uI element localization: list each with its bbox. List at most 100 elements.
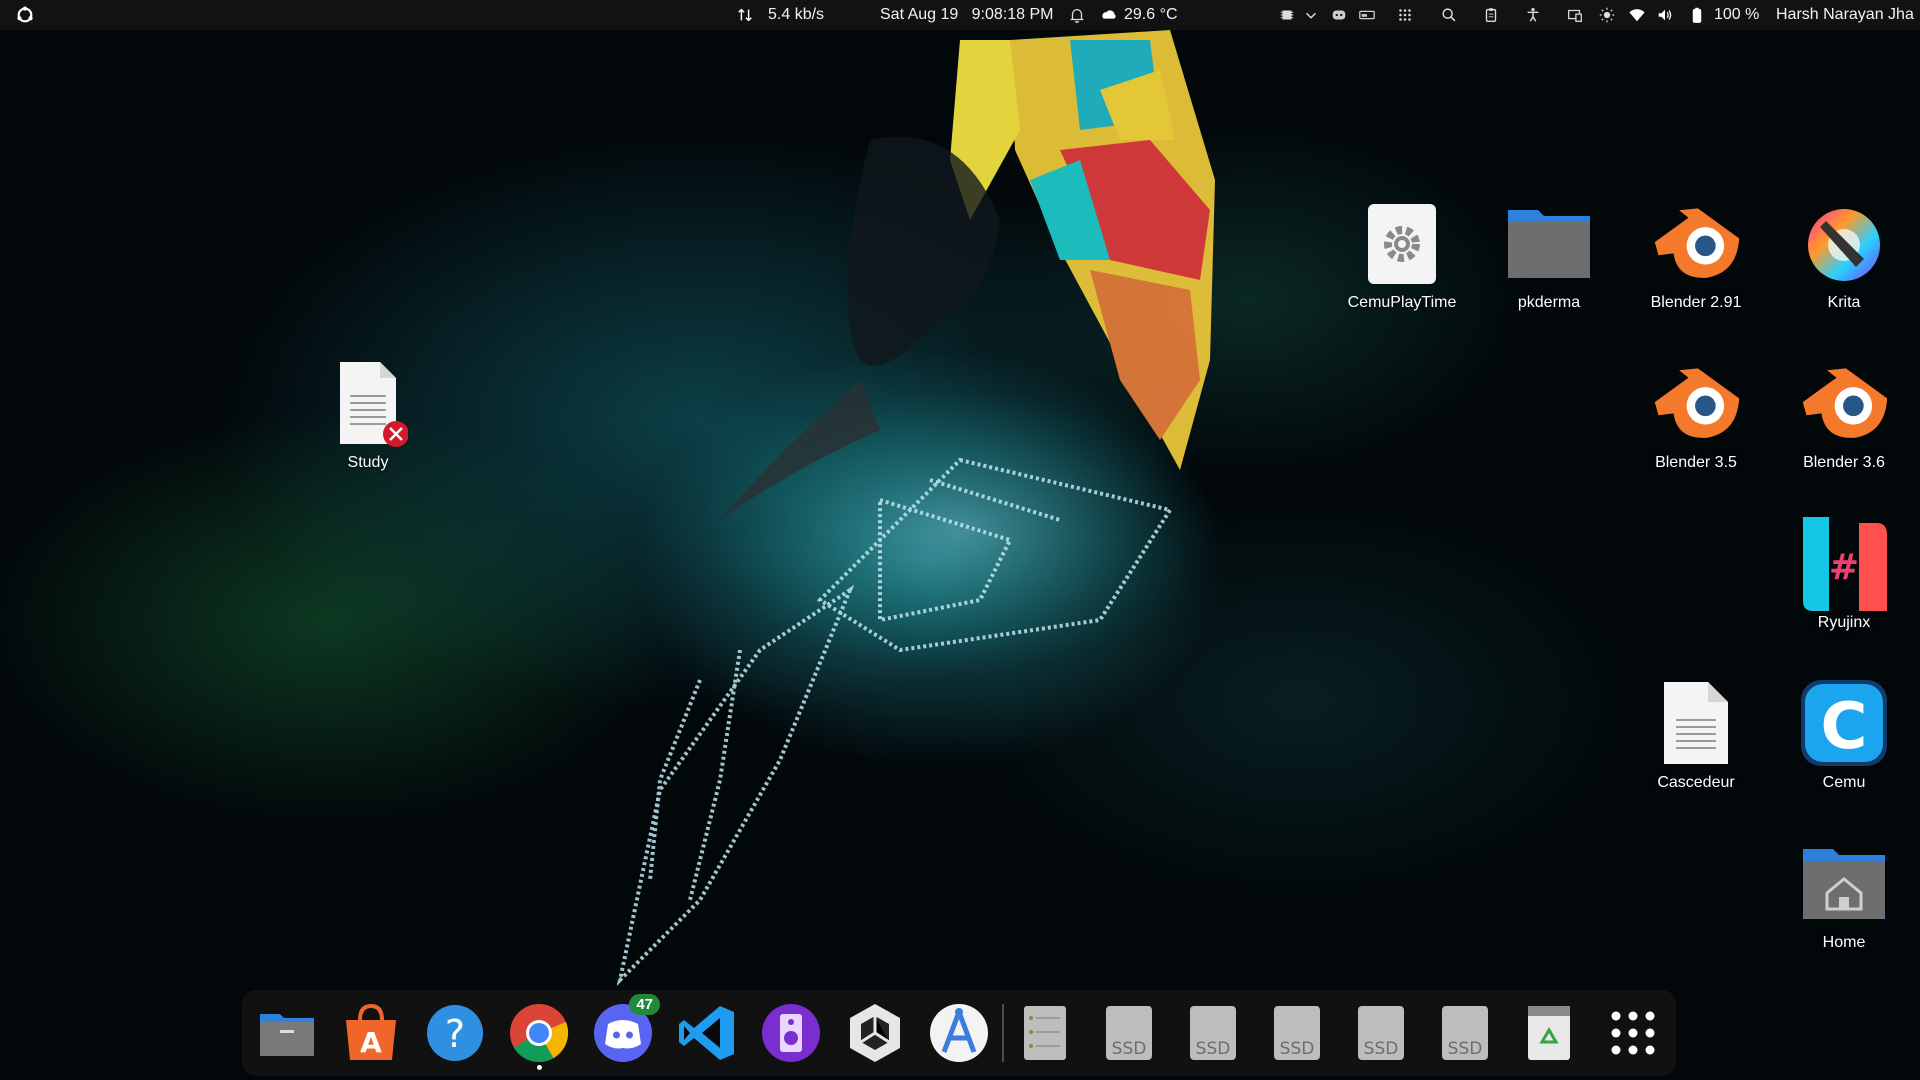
desktop-icon-blender-291[interactable]: Blender 2.91	[1631, 198, 1761, 312]
desktop-icon-label: Home	[1822, 934, 1866, 951]
dock-discord[interactable]: 47	[590, 994, 660, 1066]
search-icon	[1440, 6, 1458, 24]
svg-text:?: ?	[445, 1012, 465, 1056]
dock-unity[interactable]	[842, 1000, 908, 1066]
dock-files[interactable]	[254, 1000, 320, 1066]
brightness-button[interactable]	[1598, 0, 1616, 30]
discord-tray-icon	[1330, 6, 1348, 24]
trash-icon	[1528, 1006, 1570, 1060]
alarm-indicator[interactable]	[1068, 0, 1086, 30]
blender-icon	[1651, 198, 1741, 288]
help-icon: ?	[427, 1005, 483, 1061]
grid-icon	[1396, 6, 1414, 24]
svg-text:SSD: SSD	[1112, 1039, 1147, 1059]
chip-icon	[1278, 6, 1296, 24]
desktop-icon-pkderma[interactable]: pkderma	[1484, 198, 1614, 312]
dock-disk-manager[interactable]	[1012, 1000, 1078, 1066]
dock-android-studio[interactable]	[926, 1000, 992, 1066]
app-center-icon: A	[346, 1003, 396, 1060]
user-menu[interactable]: Harsh Narayan Jha	[1776, 0, 1914, 30]
clipboard-button[interactable]	[1482, 0, 1500, 30]
volume-button[interactable]	[1656, 0, 1674, 30]
drive-icon	[1358, 6, 1376, 24]
chevron-down-icon	[1302, 6, 1320, 24]
weather-cloud-icon	[1100, 6, 1118, 24]
ssd-drive-icon: SSD	[1274, 1006, 1320, 1060]
desktop-icon-krita[interactable]: Krita	[1779, 198, 1909, 312]
dock: A ? 47 SSD SSD SSD SSD SSD	[242, 990, 1676, 1076]
up-down-arrows-icon	[736, 6, 754, 24]
activities-button[interactable]	[16, 0, 34, 30]
files-icon	[260, 1014, 314, 1056]
krita-icon	[1799, 198, 1889, 288]
tray-discord[interactable]	[1330, 0, 1348, 30]
running-indicator	[537, 1065, 542, 1070]
search-button[interactable]	[1440, 0, 1458, 30]
tray-expand[interactable]	[1302, 0, 1320, 30]
dock-chrome[interactable]	[506, 1000, 572, 1070]
network-speed-text: 5.4 kb/s	[768, 6, 825, 23]
ssd-drive-icon: SSD	[1358, 1006, 1404, 1060]
home-folder-icon	[1799, 838, 1889, 928]
speaker-app-icon	[762, 1004, 820, 1062]
desktop-icon-cemuplaytime[interactable]: CemuPlayTime	[1337, 198, 1467, 312]
desktop-icon-label: Ryujinx	[1817, 614, 1871, 631]
weather-indicator[interactable]: 29.6 °C	[1100, 0, 1178, 30]
clock[interactable]: Sat Aug 19 9:08:18 PM	[880, 0, 1053, 30]
battery-percent: 100 %	[1714, 6, 1760, 23]
weather-text: 29.6 °C	[1124, 6, 1178, 23]
desktop-icon-home[interactable]: Home	[1779, 838, 1909, 952]
desktop-icon-blender-36[interactable]: Blender 3.6	[1779, 358, 1909, 472]
desktop-wallpaper	[0, 0, 1920, 1080]
tray-drive[interactable]	[1358, 0, 1376, 30]
display-button[interactable]	[1566, 0, 1584, 30]
wifi-button[interactable]	[1628, 0, 1646, 30]
folder-icon	[1504, 198, 1594, 288]
text-file-broken-link-icon	[323, 358, 413, 448]
accessibility-button[interactable]	[1524, 0, 1542, 30]
settings-app-icon	[1357, 198, 1447, 288]
vscode-icon	[679, 1006, 734, 1060]
display-rotate-icon	[1566, 6, 1584, 24]
battery-indicator[interactable]: 100 %	[1688, 0, 1759, 30]
svg-text:C: C	[1821, 690, 1868, 764]
dock-help[interactable]: ?	[422, 1000, 488, 1066]
ubuntu-logo-icon	[16, 6, 34, 24]
desktop-icon-cascedeur[interactable]: Cascedeur	[1631, 678, 1761, 792]
ssd-drive-icon: SSD	[1442, 1006, 1488, 1060]
dock-ssd-2[interactable]: SSD	[1180, 1000, 1246, 1066]
desktop-icon-ryujinx[interactable]: # Ryujinx	[1779, 517, 1909, 632]
dock-ssd-5[interactable]: SSD	[1432, 1000, 1498, 1066]
dock-trash[interactable]	[1516, 1000, 1582, 1066]
desktop-icon-cemu[interactable]: C Cemu	[1779, 678, 1909, 792]
desktop-icon-label: pkderma	[1517, 294, 1581, 311]
desktop-icon-blender-35[interactable]: Blender 3.5	[1631, 358, 1761, 472]
desktop-icon-label: Blender 3.6	[1803, 454, 1885, 471]
android-studio-icon	[930, 1004, 988, 1062]
dock-show-apps[interactable]	[1600, 1000, 1666, 1066]
battery-icon	[1688, 6, 1706, 24]
dock-separator	[1002, 1004, 1004, 1062]
tray-app-grid[interactable]	[1396, 0, 1414, 30]
tray-chip-indicator[interactable]	[1278, 0, 1296, 30]
dock-ssd-4[interactable]: SSD	[1348, 1000, 1414, 1066]
dock-ssd-3[interactable]: SSD	[1264, 1000, 1330, 1066]
network-speed-indicator[interactable]: 5.4 kb/s	[736, 0, 824, 30]
app-grid-icon	[1611, 1011, 1655, 1055]
desktop-icon-label: Blender 2.91	[1650, 294, 1742, 311]
svg-text:SSD: SSD	[1280, 1039, 1315, 1059]
desktop-icon-study[interactable]: Study	[303, 358, 433, 472]
dock-vscode[interactable]	[674, 1000, 740, 1066]
wifi-icon	[1628, 6, 1646, 24]
dock-ssd-1[interactable]: SSD	[1096, 1000, 1162, 1066]
svg-text:SSD: SSD	[1448, 1039, 1483, 1059]
dock-app-center[interactable]: A	[338, 1000, 404, 1066]
speaker-icon	[1656, 6, 1674, 24]
cemu-icon: C	[1799, 678, 1889, 768]
brightness-icon	[1598, 6, 1616, 24]
ryujinx-icon: #	[1799, 517, 1889, 611]
ssd-drive-icon: SSD	[1190, 1006, 1236, 1060]
datetime-text: Sat Aug 19 9:08:18 PM	[880, 6, 1054, 23]
dock-audio-app[interactable]	[758, 1000, 824, 1066]
chrome-icon	[510, 1004, 569, 1062]
